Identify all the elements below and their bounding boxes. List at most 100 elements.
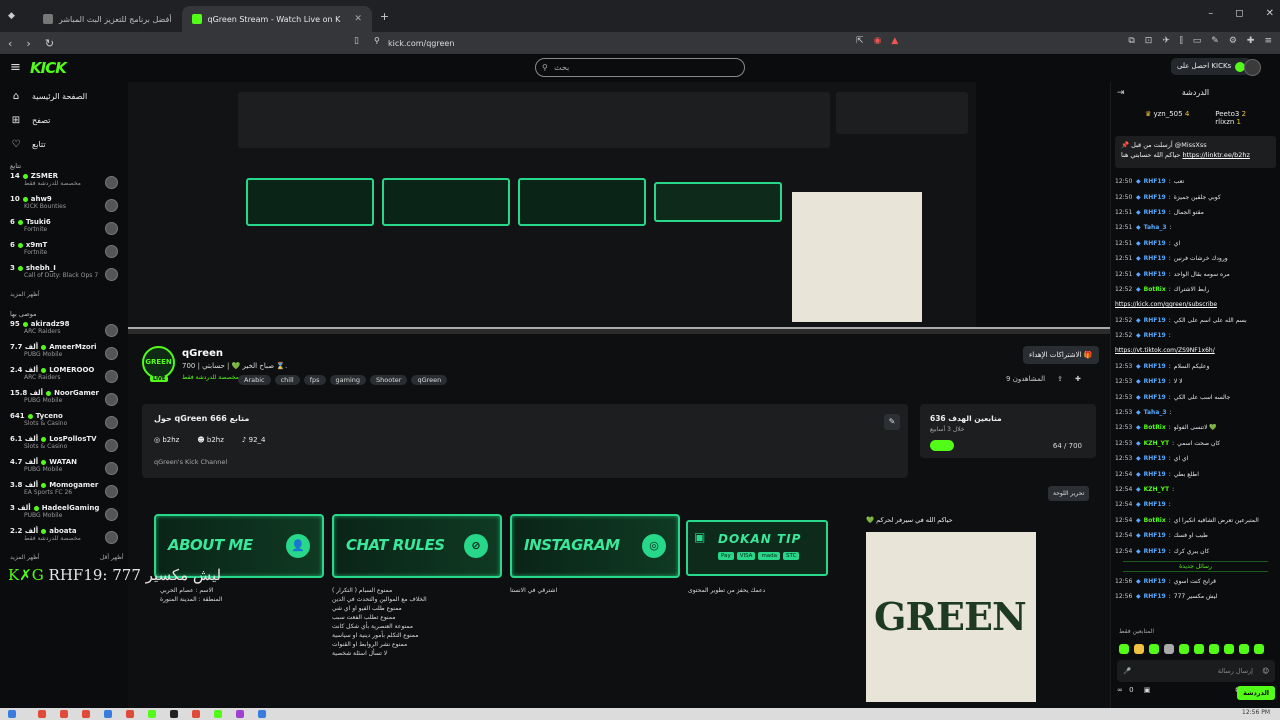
kick-logo[interactable]: KICK <box>30 59 67 77</box>
forward-icon[interactable]: › <box>26 37 30 50</box>
message-text[interactable]: https://vt.tiktok.com/ZS9NF1x6h/ <box>1115 347 1215 354</box>
sidebar-channel-item[interactable]: 2.2 ألف aboata مخصصة للدردشة فقط <box>0 527 128 550</box>
gift-subs-button[interactable]: الاشتراكات الإهداء 🎁 <box>1023 346 1099 364</box>
sidebar-item-following[interactable]: ♡ تتابع <box>0 132 128 156</box>
collapse-chat-icon[interactable]: ⇥ <box>1117 82 1125 104</box>
extension-icon[interactable]: ⚙ <box>1229 36 1237 46</box>
emote-icon[interactable] <box>1254 644 1264 654</box>
message-user[interactable]: RHF19 <box>1144 532 1166 539</box>
sidebar-channel-item[interactable]: 4.7 ألف WATAN PUBG Mobile <box>0 458 128 481</box>
share-icon[interactable]: ⇱ <box>856 36 864 46</box>
sidebar-item-home[interactable]: ⌂ الصفحة الرئيسية <box>0 84 128 108</box>
taskbar-app-icon[interactable] <box>170 710 178 718</box>
back-icon[interactable]: ‹ <box>8 37 12 50</box>
instagram-panel[interactable]: INSTAGRAM ◎ <box>510 514 680 578</box>
sidebar-channel-item[interactable]: 95 akiradz98 ARC Raiders <box>0 320 128 343</box>
sidebar-channel-item[interactable]: 6.1 ألف LosPollosTV Slots & Casino <box>0 435 128 458</box>
gifter-item[interactable]: Peeto3 2 rlixzn 1 <box>1215 110 1246 130</box>
channel-avatar[interactable]: GREEN <box>142 346 175 379</box>
sidebar-channel-item[interactable]: 3 ألف HadeelGaming PUBG Mobile <box>0 504 128 527</box>
user-avatar[interactable] <box>1244 59 1261 76</box>
sidebar-channel-item[interactable]: 6 x9mT Fortnite <box>0 241 128 264</box>
browser-menu-icon[interactable]: ◆ <box>8 11 15 21</box>
video-player[interactable] <box>128 82 1110 334</box>
hamburger-icon[interactable]: ≡ <box>10 60 21 75</box>
maximize-icon[interactable]: ◻ <box>1235 8 1243 19</box>
emote-icon[interactable] <box>1134 644 1144 654</box>
extension-icon[interactable]: ✎ <box>1211 36 1219 46</box>
emote-icon[interactable] <box>1239 644 1249 654</box>
sidebar-channel-item[interactable]: 14 ZSMER مخصصة للدردشة فقط <box>0 172 128 195</box>
extension-icon[interactable]: ⊡ <box>1145 36 1153 46</box>
message-user[interactable]: KZH_YT <box>1144 440 1169 447</box>
mic-icon[interactable]: 🎤 <box>1123 660 1131 682</box>
message-user[interactable]: Taha_3 <box>1144 224 1167 231</box>
bookmark-icon[interactable]: ▯ <box>354 36 359 46</box>
message-user[interactable]: RHF19 <box>1144 394 1166 401</box>
gifter-item[interactable]: ♛ yzn_505 4 <box>1145 110 1189 130</box>
show-more-button[interactable]: أظهر المزيد <box>0 287 128 304</box>
stream-tag[interactable]: qGreen <box>411 375 448 385</box>
sidebar-channel-item[interactable]: 15.8 ألف NoorGamer PUBG Mobile <box>0 389 128 412</box>
close-tab-icon[interactable]: ✕ <box>354 14 362 24</box>
sidebar-channel-item[interactable]: 641 Tyceno Slots & Casino <box>0 412 128 435</box>
message-user[interactable]: RHF19 <box>1144 240 1166 247</box>
close-icon[interactable]: ✕ <box>1266 8 1274 19</box>
message-user[interactable]: RHF19 <box>1144 471 1166 478</box>
message-user[interactable]: RHF19 <box>1144 271 1166 278</box>
stream-category[interactable]: مخصصة للدردشة فقط <box>182 374 239 381</box>
pinned-link[interactable]: https://linktr.ee/b2hz <box>1182 151 1249 159</box>
url-field[interactable]: ⚲ kick.com/qgreen <box>368 35 908 51</box>
message-user[interactable]: BotRix <box>1144 424 1166 431</box>
message-user[interactable]: RHF19 <box>1144 501 1166 508</box>
emote-icon[interactable] <box>1209 644 1219 654</box>
show-less-button[interactable]: أظهر أقل <box>90 550 124 567</box>
search-input[interactable]: ⚲ بحث <box>535 58 745 77</box>
menu-icon[interactable]: ≡ <box>1264 36 1272 46</box>
start-icon[interactable] <box>8 710 16 718</box>
taskbar-app-icon[interactable] <box>258 710 266 718</box>
sidebar-channel-item[interactable]: 3.8 ألف Momogamer EA Sports FC 26 <box>0 481 128 504</box>
message-user[interactable]: KZH_YT <box>1144 486 1169 493</box>
sidebar-item-browse[interactable]: ⊞ تصفح <box>0 108 128 132</box>
stream-tag[interactable]: Shooter <box>370 375 408 385</box>
emote-icon[interactable] <box>1179 644 1189 654</box>
tiktok-link[interactable]: ♪ 92_4 <box>242 436 266 444</box>
show-more-button[interactable]: أظهر المزيد <box>0 550 40 567</box>
chat-send-button[interactable]: الدردشة <box>1237 686 1275 700</box>
share-icon[interactable]: ⇪ <box>1057 375 1063 383</box>
message-user[interactable]: Taha_3 <box>1144 409 1167 416</box>
new-tab-button[interactable]: + <box>380 10 389 23</box>
extension-icon[interactable]: ▲ <box>891 36 898 46</box>
stream-tag[interactable]: Arabic <box>238 375 271 385</box>
message-user[interactable]: RHF19 <box>1144 578 1166 585</box>
stream-tag[interactable]: chill <box>274 375 300 385</box>
sidebar-channel-item[interactable]: 6 Tsuki6 Fortnite <box>0 218 128 241</box>
taskbar-app-icon[interactable] <box>38 710 46 718</box>
taskbar-app-icon[interactable] <box>214 710 222 718</box>
extension-icon[interactable]: ✈ <box>1162 36 1170 46</box>
message-user[interactable]: RHF19 <box>1144 593 1166 600</box>
message-user[interactable]: RHF19 <box>1144 378 1166 385</box>
puzzle-icon[interactable]: ✚ <box>1247 36 1255 46</box>
message-user[interactable]: RHF19 <box>1144 317 1166 324</box>
message-user[interactable]: RHF19 <box>1144 548 1166 555</box>
taskbar-app-icon[interactable] <box>126 710 134 718</box>
sidebar-channel-item[interactable]: 3 shebh_I Call of Duty: Black Ops 7 <box>0 264 128 287</box>
reload-icon[interactable]: ↻ <box>45 37 54 50</box>
taskbar-app-icon[interactable] <box>82 710 90 718</box>
emoji-icon[interactable]: ☺ <box>1262 660 1269 682</box>
taskbar-app-icon[interactable] <box>192 710 200 718</box>
channel-name[interactable]: qGreen <box>182 348 223 359</box>
stream-tag[interactable]: fps <box>303 375 326 385</box>
sidebar-channel-item[interactable]: 2.4 ألف LOMEROOO ARC Raiders <box>0 366 128 389</box>
edit-about-button[interactable]: ✎ <box>884 414 900 430</box>
extension-icon[interactable]: ⧉ <box>1128 36 1134 46</box>
follow-icon[interactable]: ✚ <box>1075 375 1081 383</box>
message-text[interactable]: https://kick.com/qgreen/subscribe <box>1115 301 1217 308</box>
get-kicks-button[interactable]: احصل على KICKs <box>1171 58 1252 75</box>
sidebar-icon[interactable]: ▭ <box>1193 36 1202 46</box>
dokan-tip-panel[interactable]: ▣ DOKAN TIP Pay VISA mada STC <box>686 520 828 576</box>
message-user[interactable]: BotRix <box>1144 517 1166 524</box>
taskbar-app-icon[interactable] <box>104 710 112 718</box>
